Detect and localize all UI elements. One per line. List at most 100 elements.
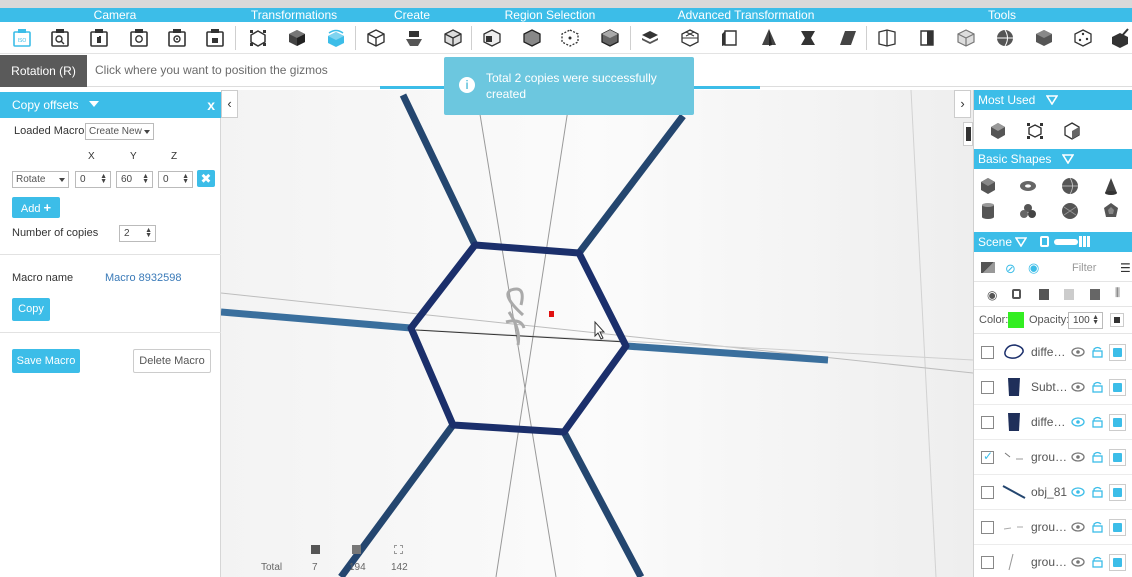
adv-twist-icon[interactable] [796,26,820,50]
solid-column-icon[interactable] [1039,289,1049,300]
select-checkbox[interactable] [981,521,994,534]
eye-icon[interactable] [1071,451,1085,463]
scene-list-item[interactable]: diffe… [974,405,1132,440]
select-checkbox[interactable] [981,486,994,499]
remove-offset-button[interactable]: ✖ [197,170,215,187]
category-camera[interactable]: Camera [60,8,170,22]
unlock-icon[interactable] [1092,486,1103,498]
recent-box-icon[interactable] [1062,121,1082,141]
solid-cube-icon[interactable] [1109,554,1126,571]
eye-icon[interactable] [1071,486,1085,498]
camera-zoom-view-icon[interactable] [48,26,72,50]
copies-input[interactable]: 2 ▲ ▼ [119,225,156,242]
scene-list-item[interactable]: grou… [974,545,1132,577]
scene-objects-icon[interactable] [981,262,995,273]
solid-cube-icon[interactable] [1109,519,1126,536]
shape-dodecahedron-icon[interactable] [1101,201,1121,221]
basic-shapes-header[interactable]: Basic Shapes [974,149,1132,169]
shape-cube-icon[interactable] [978,176,998,196]
collapse-left-panel-button[interactable]: ‹ [221,90,238,118]
tool-sphere-icon[interactable] [993,26,1017,50]
select-checkbox[interactable] [981,449,994,464]
tool-unfold-icon[interactable] [875,26,899,50]
category-transformations[interactable]: Transformations [234,8,354,22]
select-checkbox[interactable] [981,346,994,359]
object-name[interactable]: grou… [1031,555,1067,569]
offset-x-input[interactable]: 0 ▲ ▼ [75,171,111,188]
ghost-column-icon[interactable] [1064,289,1074,300]
scene-list-item[interactable]: Subt… [974,370,1132,405]
region-select-body-icon[interactable] [598,26,622,50]
scene-list-item[interactable]: grou… [974,510,1132,545]
offset-y-input[interactable]: 60 ▲ ▼ [116,171,153,188]
unlock-icon[interactable] [1092,381,1103,393]
unlock-icon[interactable] [1092,451,1103,463]
tool-mirror-icon[interactable] [915,26,939,50]
camera-fit-view-icon[interactable] [165,26,189,50]
tool-wireframe-icon[interactable] [954,26,978,50]
select-checkbox[interactable] [981,556,994,569]
eye-icon[interactable] [1071,556,1085,568]
macro-name-value[interactable]: Macro 8932598 [105,272,181,284]
scene-grid-icon[interactable] [1079,236,1090,247]
region-select-vertex-icon[interactable] [558,26,582,50]
adv-layers-icon[interactable] [638,26,662,50]
solid-cube-icon[interactable] [1109,484,1126,501]
category-advanced-transformation[interactable]: Advanced Transformation [650,8,842,22]
unlock-icon[interactable] [1092,556,1103,568]
eye-icon[interactable] [1071,416,1085,428]
lock-column-icon[interactable] [1012,289,1021,299]
object-name[interactable]: grou… [1031,520,1067,534]
scene-toggle-icon[interactable] [1054,239,1078,245]
eye-icon[interactable] [1071,521,1085,533]
3d-viewport[interactable]: ‹ › Total 7 194 142 [221,90,973,577]
copy-offsets-header[interactable]: Copy offsets x [0,92,221,118]
sort-icon[interactable]: ☰ [1120,261,1131,275]
object-name[interactable]: diffe… [1031,345,1065,359]
scene-list-item[interactable]: grou… [974,440,1132,475]
region-select-face-icon[interactable] [480,26,504,50]
select-object-icon[interactable] [246,26,270,50]
opacity-apply-button[interactable] [1110,313,1124,327]
scene-canvas[interactable] [221,90,973,577]
adv-subdivide-icon[interactable] [678,26,702,50]
recent-select-icon[interactable] [1025,121,1045,141]
shape-geosphere-icon[interactable] [1060,201,1080,221]
opacity-input[interactable]: 100 ▲ ▼ [1068,312,1103,329]
unlock-icon[interactable] [1092,521,1103,533]
color-swatch[interactable] [1008,312,1024,328]
object-name[interactable]: obj_81 [1031,485,1067,499]
object-name[interactable]: Subt… [1031,380,1068,394]
filter-triangle-icon[interactable] [1046,95,1058,105]
solid-cube-icon[interactable] [1109,379,1126,396]
camera-lock-view-icon[interactable] [203,26,227,50]
side-tab-icon[interactable] [963,122,973,146]
shape-cone-icon[interactable] [1101,176,1121,196]
filter-input[interactable]: Filter [1072,262,1096,274]
close-icon[interactable]: x [207,92,215,118]
unlock-icon[interactable] [1092,346,1103,358]
pivot-marker[interactable] [549,311,554,317]
save-macro-button[interactable]: Save Macro [12,349,80,373]
tool-check-box-icon[interactable] [1108,26,1132,50]
transform-mode-chip[interactable]: Rotation (R) [0,55,87,87]
recent-shape-cylinder-icon[interactable] [988,121,1008,141]
shape-sphere-icon[interactable] [1060,176,1080,196]
scene-list-item[interactable]: diffe… [974,335,1132,370]
shape-torus-icon[interactable] [1018,176,1038,196]
solid-cube-icon[interactable] [1109,344,1126,361]
select-checkbox[interactable] [981,381,994,394]
object-name[interactable]: diffe… [1031,415,1065,429]
create-grid-box-icon[interactable] [441,26,465,50]
adv-cone-icon[interactable] [757,26,781,50]
scene-lock-icon[interactable] [1040,236,1049,247]
delete-macro-button[interactable]: Delete Macro [133,349,211,373]
hide-icon[interactable]: ⊘ [1005,261,1016,277]
adv-bevel-icon[interactable] [718,26,742,50]
camera-iso-view-icon[interactable]: ISO [10,26,34,50]
camera-rotate-view-icon[interactable] [127,26,151,50]
create-extrude-icon[interactable] [402,26,426,50]
offset-z-input[interactable]: 0 ▲ ▼ [158,171,193,188]
solid-cube-icon[interactable] [1109,414,1126,431]
tool-dice-icon[interactable] [1071,26,1095,50]
